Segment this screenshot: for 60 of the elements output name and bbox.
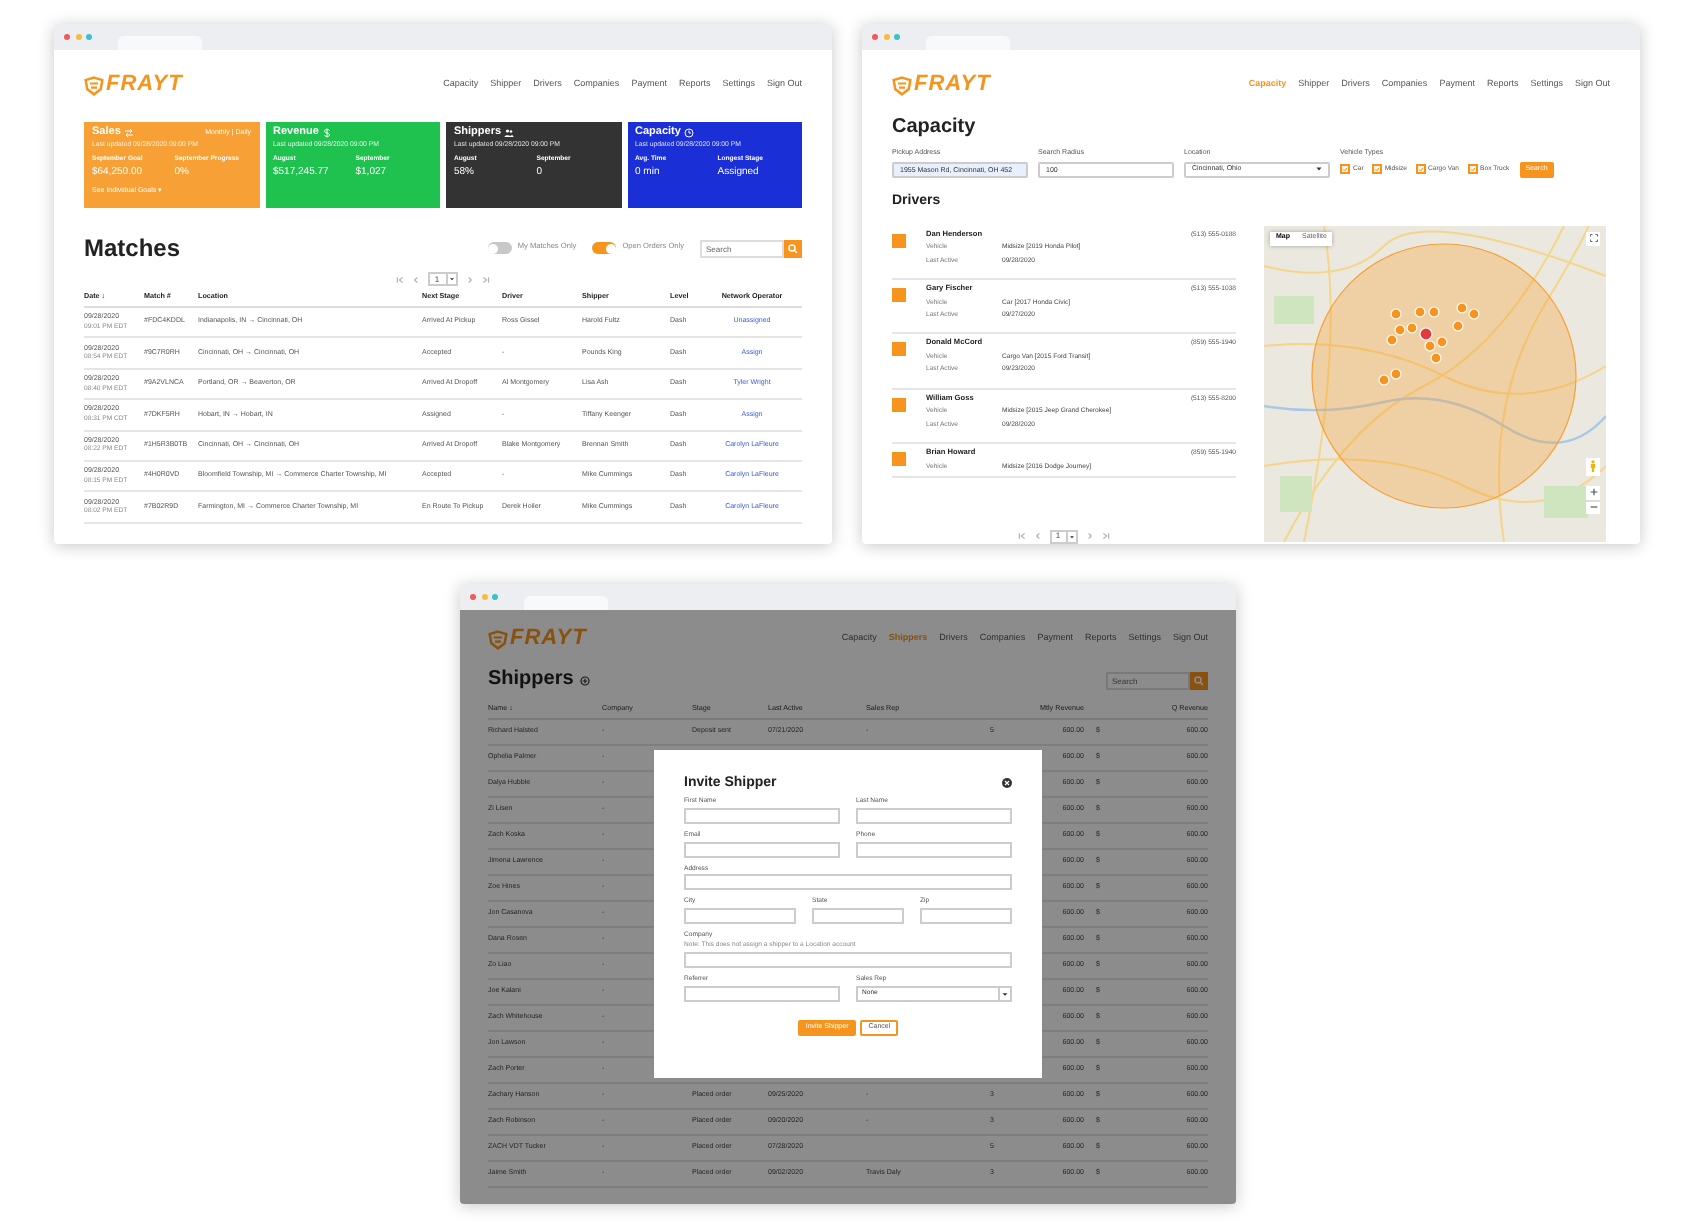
last-page-icon[interactable] bbox=[1102, 532, 1111, 540]
dollar-icon bbox=[321, 128, 332, 139]
checkbox[interactable] bbox=[1415, 164, 1425, 174]
page-title: Matches bbox=[84, 236, 181, 260]
toggle-switch[interactable] bbox=[487, 242, 512, 254]
input-field[interactable] bbox=[812, 908, 904, 925]
people-icon bbox=[504, 128, 515, 139]
input-field[interactable] bbox=[684, 985, 840, 1002]
dot-icon bbox=[872, 34, 878, 40]
last-page-icon[interactable] bbox=[481, 275, 490, 283]
dot-icon bbox=[86, 34, 92, 40]
caret-icon bbox=[1066, 531, 1077, 541]
driver-marker-icon bbox=[892, 233, 906, 247]
search-button[interactable] bbox=[1190, 671, 1208, 689]
dot-icon bbox=[470, 594, 476, 600]
add-icon[interactable] bbox=[579, 675, 590, 685]
arrows-icon bbox=[123, 128, 134, 139]
checkbox[interactable] bbox=[1467, 164, 1478, 174]
close-icon[interactable] bbox=[1002, 778, 1012, 788]
logo: FRAYT bbox=[892, 74, 991, 96]
plus-icon bbox=[1589, 488, 1597, 496]
input-field[interactable] bbox=[684, 841, 840, 858]
input-field[interactable] bbox=[684, 908, 796, 925]
page-title: Shippers bbox=[488, 670, 574, 690]
logo: FRAYT bbox=[488, 628, 587, 650]
dot-icon bbox=[894, 34, 900, 40]
search-icon bbox=[1194, 675, 1204, 685]
dot-icon bbox=[75, 34, 81, 40]
dot-icon bbox=[481, 594, 487, 600]
driver-marker-icon bbox=[892, 452, 906, 467]
caret-icon bbox=[445, 274, 456, 284]
input-field[interactable] bbox=[856, 841, 1012, 858]
input-field[interactable] bbox=[684, 874, 1012, 891]
minus-icon bbox=[1589, 506, 1597, 508]
input-field[interactable] bbox=[920, 908, 1012, 925]
driver-marker-icon bbox=[892, 287, 906, 302]
caret-icon bbox=[1316, 166, 1322, 172]
input-field[interactable] bbox=[856, 807, 1012, 824]
clock-icon bbox=[683, 128, 694, 139]
logo: FRAYT bbox=[84, 74, 183, 96]
dot-icon bbox=[492, 594, 498, 600]
search-button[interactable] bbox=[784, 239, 802, 257]
person-icon bbox=[1590, 460, 1596, 472]
checkbox[interactable] bbox=[1371, 164, 1382, 174]
zoom-out-button[interactable] bbox=[1586, 499, 1600, 513]
page-title: Capacity bbox=[892, 118, 978, 138]
input-field[interactable] bbox=[684, 951, 1012, 968]
toggle-switch[interactable] bbox=[592, 242, 617, 254]
driver-marker-icon bbox=[892, 342, 906, 357]
dot-icon bbox=[64, 34, 70, 40]
caret-icon bbox=[998, 987, 1010, 1000]
driver-marker-icon bbox=[892, 397, 906, 412]
input-field[interactable] bbox=[684, 807, 840, 824]
first-page-icon[interactable] bbox=[1017, 532, 1026, 540]
zoom-in-button[interactable] bbox=[1586, 485, 1600, 499]
fullscreen-icon bbox=[1589, 234, 1597, 242]
checkbox[interactable] bbox=[1340, 164, 1350, 174]
dot-icon bbox=[883, 34, 889, 40]
search-icon bbox=[788, 243, 798, 253]
first-page-icon[interactable] bbox=[396, 275, 405, 283]
